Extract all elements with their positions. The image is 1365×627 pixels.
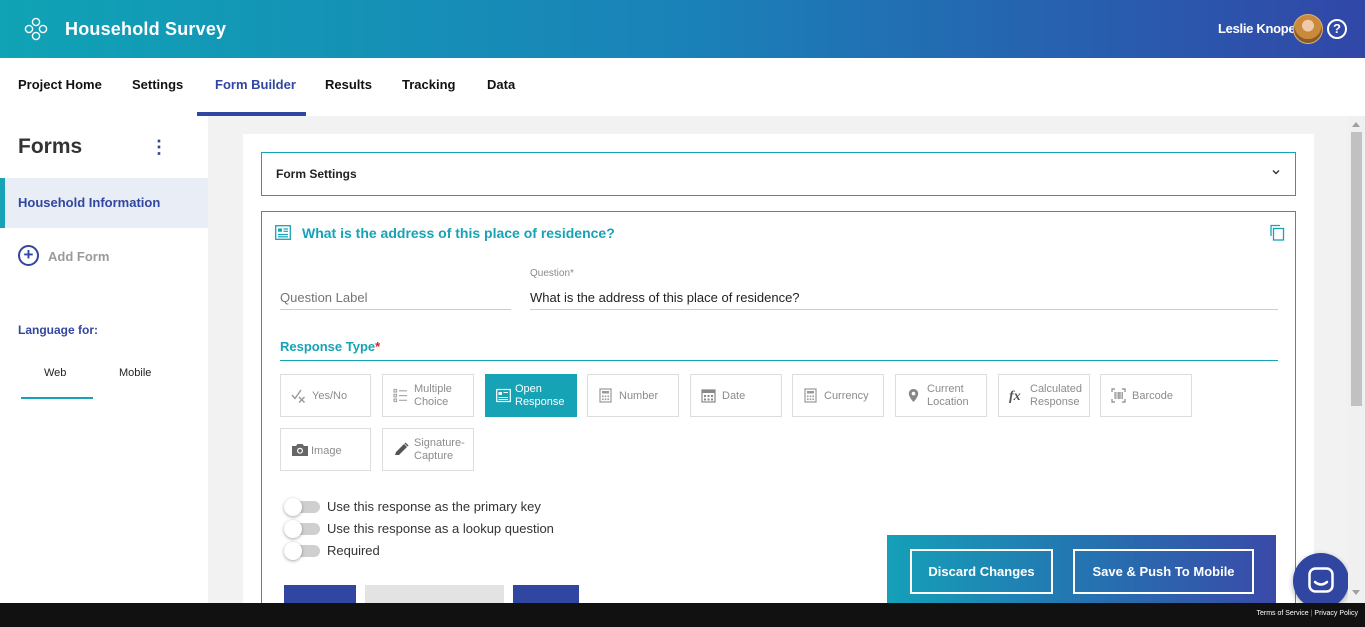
response-type-label: Response Type <box>280 339 376 354</box>
footer-separator: | <box>1310 610 1313 617</box>
question-field-caption: Question* <box>530 268 574 279</box>
tab-tracking[interactable]: Tracking <box>402 58 455 116</box>
flower-logo-icon[interactable] <box>24 17 48 41</box>
calendar-icon <box>701 389 716 403</box>
scrollbar-thumb[interactable] <box>1351 132 1362 406</box>
response-type-heading: Response Type* <box>280 339 380 354</box>
save-push-mobile-button[interactable]: Save & Push To Mobile <box>1073 549 1254 594</box>
response-type-label: Yes/No <box>312 390 348 402</box>
response-type-label: Open Response <box>515 383 565 408</box>
toggle-knob <box>284 498 302 516</box>
kebab-menu-icon[interactable]: ⋮ <box>150 138 168 156</box>
required-asterisk: * <box>375 339 381 354</box>
language-tab-indicator <box>21 397 93 399</box>
chevron-down-icon <box>1272 170 1280 175</box>
question-label-input[interactable] <box>280 286 511 310</box>
active-tab-indicator <box>197 112 306 116</box>
tab-project-home[interactable]: Project Home <box>18 58 102 116</box>
svg-text:fx: fx <box>1009 389 1021 403</box>
save-actions-panel: Discard Changes Save & Push To Mobile <box>887 535 1276 603</box>
toggle-label: Use this response as the primary key <box>327 499 541 514</box>
discard-changes-button[interactable]: Discard Changes <box>910 549 1053 594</box>
response-type-currency[interactable]: Currency <box>792 374 884 417</box>
add-form-label: Add Form <box>48 249 110 264</box>
app-title: Household Survey <box>65 19 227 39</box>
privacy-policy-link[interactable]: Privacy Policy <box>1314 610 1358 617</box>
question-action-button[interactable] <box>513 585 579 605</box>
response-type-divider <box>280 360 1278 361</box>
response-type-signature-capture[interactable]: Signature-Capture <box>382 428 474 471</box>
language-tab-web[interactable]: Web <box>44 367 66 379</box>
response-type-barcode[interactable]: Barcode <box>1100 374 1192 417</box>
footer-links: Terms of Service | Privacy Policy <box>1256 610 1358 617</box>
toggle-label: Required <box>327 543 380 558</box>
barcode-scan-icon <box>1111 388 1126 403</box>
yes-no-icon <box>291 389 305 403</box>
form-settings-label: Form Settings <box>276 167 357 181</box>
response-type-label: Date <box>722 390 746 402</box>
response-type-label: Image <box>311 445 342 457</box>
terms-of-service-link[interactable]: Terms of Service <box>1256 610 1308 617</box>
camera-icon <box>292 444 308 456</box>
tab-settings[interactable]: Settings <box>132 58 183 116</box>
chat-launcher-button[interactable] <box>1293 553 1349 609</box>
toggle-switch[interactable] <box>284 520 320 538</box>
form-item-label: Household Information <box>18 195 161 210</box>
response-type-label: Calculated Response <box>1030 383 1082 408</box>
page-scrollbar[interactable] <box>1348 116 1365 603</box>
text-box-icon <box>496 388 511 403</box>
toggle-knob <box>284 520 302 538</box>
response-type-label: Current Location <box>927 383 969 408</box>
user-name[interactable]: Leslie Knope <box>1218 21 1296 36</box>
response-type-multiple-choice[interactable]: Multiple Choice <box>382 374 474 417</box>
language-label: Language for: <box>18 323 98 337</box>
forms-sidebar: Forms ⋮ Household Information + Add Form… <box>0 116 208 603</box>
list-icon <box>393 388 407 403</box>
question-text-input[interactable] <box>530 286 1278 310</box>
response-type-image[interactable]: Image <box>280 428 371 471</box>
language-tab-mobile[interactable]: Mobile <box>119 367 151 379</box>
tab-results[interactable]: Results <box>325 58 372 116</box>
response-type-label: Number <box>619 390 659 402</box>
text-box-icon <box>275 225 291 240</box>
response-type-calculated-response[interactable]: fx Calculated Response <box>998 374 1090 417</box>
response-type-open-response[interactable]: Open Response <box>485 374 577 417</box>
response-type-number[interactable]: Number <box>587 374 679 417</box>
help-icon[interactable]: ? <box>1327 19 1347 39</box>
question-action-button[interactable] <box>365 585 504 605</box>
toggle-switch[interactable] <box>284 498 320 516</box>
form-item-household-information[interactable]: Household Information <box>0 178 208 228</box>
chat-icon <box>1308 567 1334 593</box>
calculator-icon <box>804 388 817 403</box>
response-type-yes-no[interactable]: Yes/No <box>280 374 371 417</box>
pen-icon <box>395 442 409 455</box>
question-title: What is the address of this place of res… <box>302 225 615 241</box>
toggle-knob <box>284 542 302 560</box>
scroll-up-arrow-icon[interactable] <box>1352 122 1360 127</box>
form-builder-panel: Form Settings What is the address of thi… <box>243 134 1314 611</box>
tab-data[interactable]: Data <box>487 58 515 116</box>
function-icon: fx <box>1009 389 1021 403</box>
question-action-button[interactable] <box>284 585 356 605</box>
response-type-label: Multiple Choice <box>414 383 452 408</box>
add-circle-icon: + <box>18 245 39 266</box>
copy-icon[interactable] <box>1269 224 1285 241</box>
response-type-current-location[interactable]: Current Location <box>895 374 987 417</box>
form-settings-accordion[interactable]: Form Settings <box>261 152 1296 196</box>
toggle-switch[interactable] <box>284 542 320 560</box>
response-type-date[interactable]: Date <box>690 374 782 417</box>
response-type-label: Signature-Capture <box>414 437 465 462</box>
map-pin-icon <box>908 389 919 402</box>
main-nav: Project Home Settings Form Builder Resul… <box>0 58 1365 116</box>
page-footer: Terms of Service | Privacy Policy <box>0 603 1365 627</box>
calculator-icon <box>599 388 612 403</box>
forms-title: Forms <box>18 135 83 158</box>
toggle-label: Use this response as a lookup question <box>327 521 554 536</box>
avatar[interactable] <box>1293 14 1323 44</box>
scroll-down-arrow-icon[interactable] <box>1352 590 1360 595</box>
tab-form-builder[interactable]: Form Builder <box>215 58 296 116</box>
response-type-label: Currency <box>824 390 869 402</box>
app-header: Household Survey Leslie Knope ? <box>0 0 1365 58</box>
response-type-label: Barcode <box>1132 390 1173 402</box>
